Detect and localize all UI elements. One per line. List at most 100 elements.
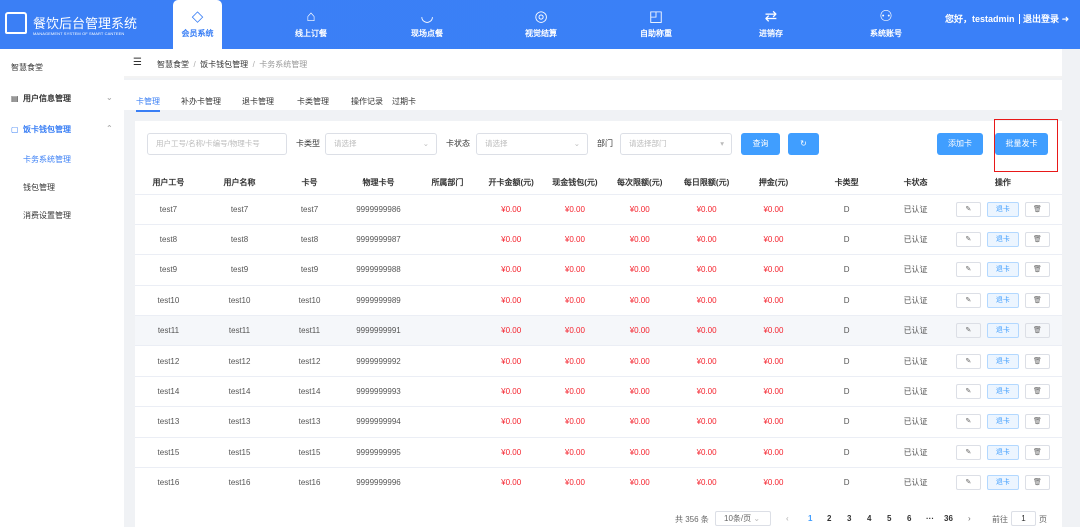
delete-button[interactable]: 🗑︎ <box>1024 475 1050 491</box>
crumb-2[interactable]: 饭卡钱包管理 <box>200 60 248 69</box>
row-actions: ✎ 退卡 🗑︎ <box>943 315 1062 346</box>
return-card-button[interactable]: 退卡 <box>986 475 1019 491</box>
return-card-button[interactable]: 退卡 <box>986 323 1019 339</box>
tab-return[interactable]: 退卡管理 <box>242 96 274 107</box>
nav-item-5[interactable]: ⇄ 进销存 <box>741 0 801 49</box>
scrollbar[interactable] <box>1062 49 1080 527</box>
table-cell: 已认证 <box>887 193 944 225</box>
return-card-button[interactable]: 退卡 <box>986 414 1019 430</box>
delete-button[interactable]: 🗑︎ <box>1024 262 1050 278</box>
card-type-select[interactable]: 请选择 ⌄ <box>325 133 437 155</box>
logout-icon[interactable]: ➜ <box>1062 14 1070 24</box>
edit-button[interactable]: ✎ <box>955 201 981 217</box>
page-6[interactable]: ··· <box>926 514 934 523</box>
return-card-button[interactable]: 退卡 <box>986 444 1019 460</box>
nav-item-2[interactable]: ◡ 现场点餐 <box>397 0 457 49</box>
sidebar-item-card-system[interactable]: 卡务系统管理 <box>23 154 71 165</box>
tab-reissue[interactable]: 补办卡管理 <box>181 96 221 107</box>
delete-button[interactable]: 🗑︎ <box>1024 414 1050 430</box>
edit-button[interactable]: ✎ <box>955 444 981 460</box>
edit-button[interactable]: ✎ <box>955 292 981 308</box>
return-card-button[interactable]: 退卡 <box>986 384 1019 400</box>
table-row[interactable]: test11 test11 test11 9999999991 ¥0.00 ¥0.00 ¥0… <box>135 315 1062 346</box>
edit-button[interactable]: ✎ <box>955 384 981 400</box>
sidebar-item-wallet[interactable]: 钱包管理 <box>23 182 55 193</box>
delete-button[interactable]: 🗑︎ <box>1024 444 1050 460</box>
trash-icon: 🗑︎ <box>1032 479 1042 487</box>
delete-button[interactable]: 🗑︎ <box>1024 201 1050 217</box>
goto-page-input[interactable]: 1 <box>1011 511 1036 526</box>
next-page-icon[interactable]: › <box>968 514 971 523</box>
query-button[interactable]: 查询 <box>741 133 780 155</box>
tab-logs[interactable]: 操作记录 <box>351 96 383 107</box>
table-row[interactable]: test15 test15 test15 9999999995 ¥0.00 ¥0.00 ¥0… <box>135 436 1062 468</box>
card-status-select[interactable]: 请选择 ⌄ <box>476 133 588 155</box>
add-card-button[interactable]: 添加卡 <box>937 133 983 155</box>
page-size-select[interactable]: 10条/页 ⌄ <box>715 511 771 526</box>
nav-item-4[interactable]: ◰ 自助称重 <box>626 0 686 49</box>
trash-icon: 🗑︎ <box>1032 266 1042 274</box>
page-0[interactable]: 1 <box>808 514 812 523</box>
page-3[interactable]: 4 <box>867 514 871 523</box>
nav-item-1[interactable]: ⌂ 线上订餐 <box>281 0 341 49</box>
menu-toggle-icon[interactable]: ☰ <box>133 57 142 68</box>
logo <box>5 12 27 34</box>
table-cell: ¥0.00 <box>741 436 806 468</box>
table-row[interactable]: test9 test9 test9 9999999988 ¥0.00 ¥0.00 ¥0.00… <box>135 254 1062 286</box>
page-1[interactable]: 2 <box>827 514 831 523</box>
delete-button[interactable]: 🗑︎ <box>1024 232 1050 248</box>
delete-button[interactable]: 🗑︎ <box>1024 292 1050 308</box>
column-header: 操作 <box>994 178 1011 188</box>
table-row[interactable]: test16 test16 test16 9999999996 ¥0.00 ¥0.00 ¥0… <box>135 467 1062 498</box>
sidebar-item-consume-settings[interactable]: 消费设置管理 <box>23 210 71 221</box>
edit-button[interactable]: ✎ <box>955 232 981 248</box>
delete-button[interactable]: 🗑︎ <box>1024 384 1050 400</box>
edit-button[interactable]: ✎ <box>955 353 981 369</box>
table-cell: D <box>805 284 888 316</box>
refresh-icon: ↻ <box>800 139 807 148</box>
refresh-button[interactable]: ↻ <box>788 133 819 155</box>
sidebar-item-user-info[interactable]: ▤ 用户信息管理 ⌄ <box>11 93 113 104</box>
return-card-button[interactable]: 退卡 <box>986 292 1019 308</box>
edit-icon: ✎ <box>965 418 972 426</box>
trash-icon: 🗑︎ <box>1032 205 1042 213</box>
page-5[interactable]: 6 <box>907 514 911 523</box>
delete-button[interactable]: 🗑︎ <box>1024 353 1050 369</box>
tab-expired[interactable]: 过期卡 <box>392 96 416 107</box>
logout-link[interactable]: 退出登录 <box>1019 14 1060 24</box>
delete-button[interactable]: 🗑︎ <box>1024 323 1050 339</box>
table-row[interactable]: test10 test10 test10 9999999989 ¥0.00 ¥0.00 ¥0… <box>135 284 1062 316</box>
tab-card-manage[interactable]: 卡管理 <box>136 96 160 112</box>
return-card-button[interactable]: 退卡 <box>986 262 1019 278</box>
tab-card-type[interactable]: 卡类管理 <box>297 96 329 107</box>
page-2[interactable]: 3 <box>847 514 851 523</box>
table-cell: ¥0.00 <box>607 375 673 407</box>
table-cell: ¥0.00 <box>741 193 806 225</box>
table-row[interactable]: test7 test7 test7 9999999986 ¥0.00 ¥0.00 ¥0.00… <box>135 193 1062 225</box>
edit-button[interactable]: ✎ <box>955 323 981 339</box>
page-4[interactable]: 5 <box>887 514 891 523</box>
nav-item-3[interactable]: ◎ 视觉结算 <box>511 0 571 49</box>
sidebar-item-card-wallet[interactable]: ▢ 饭卡钱包管理 ⌃ <box>11 124 121 135</box>
return-card-button[interactable]: 退卡 <box>986 353 1019 369</box>
crumb-1[interactable]: 智慧食堂 <box>157 60 189 69</box>
prev-page-icon[interactable]: ‹ <box>786 514 789 523</box>
search-input[interactable]: 用户工号/名称/卡编号/物理卡号 <box>147 133 287 155</box>
table-cell: D <box>805 254 888 286</box>
edit-button[interactable]: ✎ <box>955 262 981 278</box>
nav-item-0[interactable]: ◇ 会员系统 <box>173 0 222 49</box>
return-card-button[interactable]: 退卡 <box>986 201 1019 217</box>
table-row[interactable]: test13 test13 test13 9999999994 ¥0.00 ¥0.00 ¥0… <box>135 406 1062 438</box>
edit-button[interactable]: ✎ <box>955 475 981 491</box>
trash-icon: 🗑︎ <box>1032 236 1042 244</box>
page-7[interactable]: 36 <box>944 514 953 523</box>
return-card-button[interactable]: 退卡 <box>986 232 1019 248</box>
table-row[interactable]: test14 test14 test14 9999999993 ¥0.00 ¥0.00 ¥0… <box>135 375 1062 407</box>
table-cell: ¥0.00 <box>479 345 543 377</box>
table-cell: test11 <box>135 315 202 346</box>
edit-button[interactable]: ✎ <box>955 414 981 430</box>
nav-item-6[interactable]: ⚇ 系统账号 <box>856 0 916 49</box>
table-row[interactable]: test8 test8 test8 9999999987 ¥0.00 ¥0.00 ¥0.00… <box>135 223 1062 255</box>
table-row[interactable]: test12 test12 test12 9999999992 ¥0.00 ¥0.00 ¥0… <box>135 345 1062 377</box>
dept-select[interactable]: 请选择部门 ▾ <box>620 133 732 155</box>
